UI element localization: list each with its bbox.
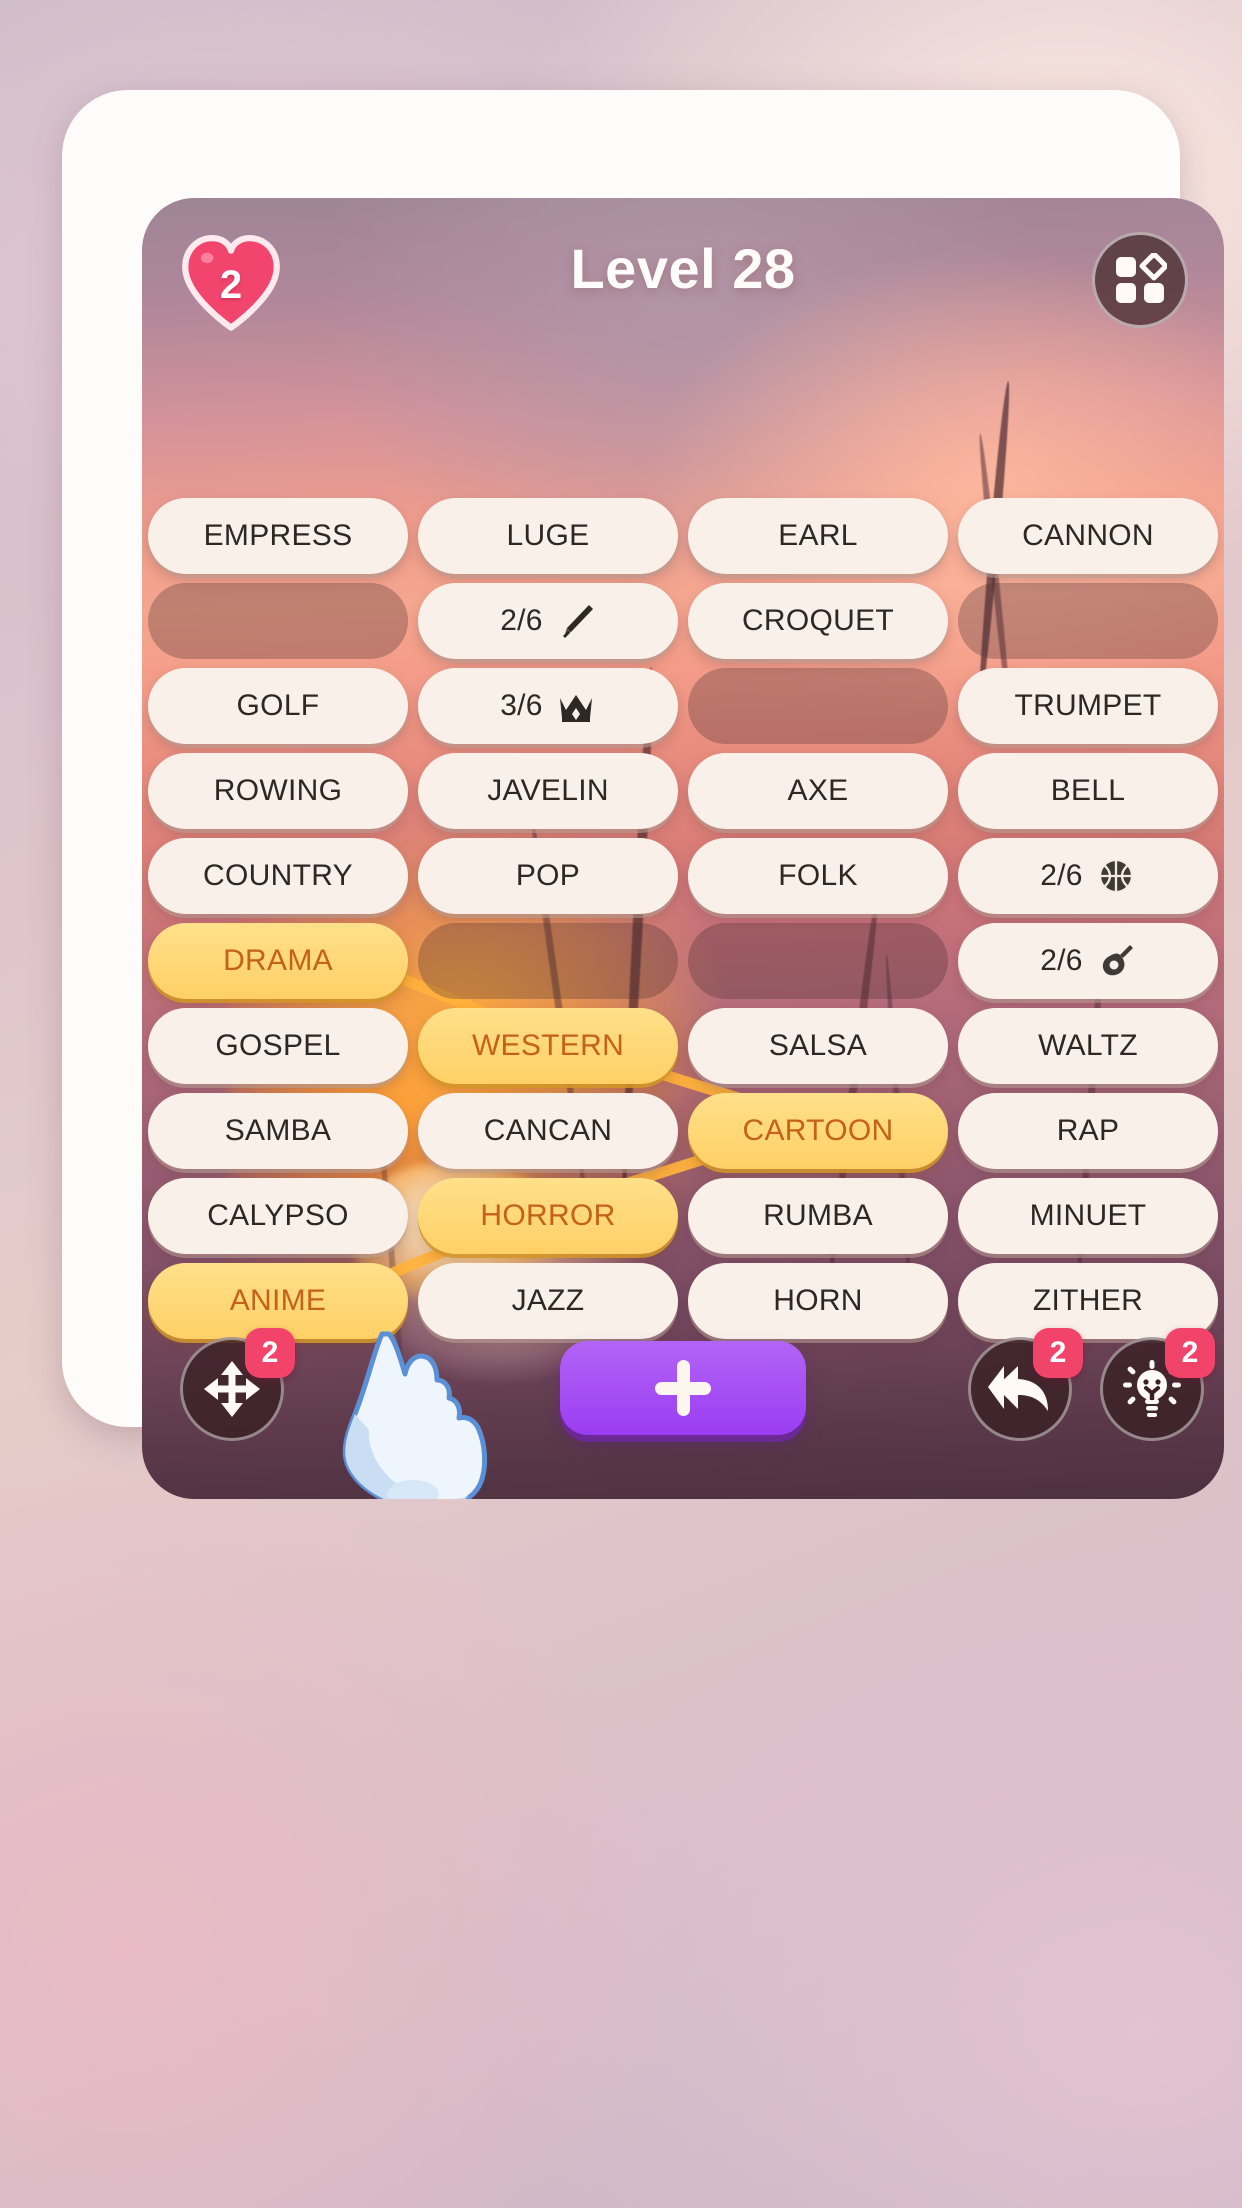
word-tile[interactable]: POP (418, 838, 678, 914)
word-label: AXE (787, 774, 849, 807)
word-tile-empty (418, 923, 678, 999)
word-label: COUNTRY (203, 859, 353, 892)
word-label: SAMBA (224, 1114, 332, 1147)
word-tile[interactable]: SALSA (688, 1008, 948, 1084)
word-label: LUGE (506, 519, 590, 552)
word-label: ANIME (229, 1284, 327, 1317)
word-label: BELL (1050, 774, 1126, 807)
word-tile[interactable]: CALYPSO (148, 1178, 408, 1254)
lives-count: 2 (219, 262, 243, 307)
word-tile[interactable]: GOLF (148, 668, 408, 744)
word-tile[interactable]: GOSPEL (148, 1008, 408, 1084)
word-label: RAP (1056, 1114, 1120, 1147)
crown-icon (556, 686, 596, 726)
word-tile[interactable]: FOLK (688, 838, 948, 914)
word-label: CARTOON (742, 1114, 894, 1147)
word-label: CROQUET (741, 604, 895, 637)
header-bar: 2 Level 28 (142, 198, 1224, 358)
category-counter-tile[interactable]: 2/6 (958, 923, 1218, 999)
word-tile[interactable]: CROQUET (688, 583, 948, 659)
word-tile-selected[interactable]: HORROR (418, 1178, 678, 1254)
word-label: HORN (773, 1284, 863, 1317)
word-tile[interactable]: CANNON (958, 498, 1218, 574)
word-tile[interactable]: SAMBA (148, 1093, 408, 1169)
word-tile[interactable]: RUMBA (688, 1178, 948, 1254)
category-counter-tile[interactable]: 2/6 (418, 583, 678, 659)
word-tile[interactable]: LUGE (418, 498, 678, 574)
word-tile[interactable]: EMPRESS (148, 498, 408, 574)
word-label: ZITHER (1032, 1284, 1144, 1317)
shuffle-button[interactable]: 2 (180, 1328, 295, 1441)
word-tile[interactable]: COUNTRY (148, 838, 408, 914)
word-label: JAVELIN (487, 774, 609, 807)
word-label: EARL (778, 519, 858, 552)
word-label: MINUET (1029, 1199, 1147, 1232)
guitar-icon (1096, 941, 1136, 981)
word-label: JAZZ (511, 1284, 585, 1317)
category-counter-tile[interactable]: 2/6 (958, 838, 1218, 914)
counter-label: 2/6 (500, 604, 543, 637)
word-tile-empty (688, 668, 948, 744)
word-tile[interactable]: JAVELIN (418, 753, 678, 829)
word-label: POP (515, 859, 581, 892)
word-tile-empty (958, 583, 1218, 659)
word-tile-empty (688, 923, 948, 999)
word-label: ROWING (213, 774, 343, 807)
word-tile[interactable]: ROWING (148, 753, 408, 829)
plus-icon (655, 1360, 711, 1416)
shuffle-badge: 2 (245, 1328, 295, 1378)
word-label: WESTERN (471, 1029, 625, 1062)
word-label: RUMBA (763, 1199, 873, 1232)
game-card: 2 Level 28 EMPRESS LUGE EARL CANNON 2/6 … (62, 90, 1224, 1499)
bottom-toolbar: 2 2 2 (142, 1315, 1224, 1475)
word-label: WALTZ (1038, 1029, 1138, 1062)
hint-button[interactable]: 2 (1100, 1328, 1215, 1441)
word-tile-selected[interactable]: WESTERN (418, 1008, 678, 1084)
word-label: CANCAN (483, 1114, 613, 1147)
word-label: GOLF (236, 689, 320, 722)
basketball-icon (1096, 856, 1136, 896)
word-label: CANNON (1022, 519, 1154, 552)
page-title: Level 28 (570, 237, 796, 300)
word-grid-area: EMPRESS LUGE EARL CANNON 2/6 CROQUET GOLF 3/6 TR… (142, 498, 1224, 1339)
word-tile[interactable]: AXE (688, 753, 948, 829)
categories-grid-icon (1116, 253, 1167, 303)
game-screen: 2 Level 28 EMPRESS LUGE EARL CANNON 2/6 … (142, 198, 1224, 1499)
counter-label: 3/6 (500, 689, 543, 722)
category-counter-tile[interactable]: 3/6 (418, 668, 678, 744)
counter-label: 2/6 (1040, 859, 1083, 892)
word-label: TRUMPET (1014, 689, 1162, 722)
undo-badge: 2 (1033, 1328, 1083, 1378)
add-button[interactable] (560, 1341, 806, 1435)
categories-button[interactable] (1092, 232, 1188, 328)
word-tile-empty (148, 583, 408, 659)
word-tile[interactable]: TRUMPET (958, 668, 1218, 744)
word-label: FOLK (778, 859, 858, 892)
word-label: EMPRESS (203, 519, 353, 552)
undo-button[interactable]: 2 (968, 1328, 1083, 1441)
word-tile[interactable]: BELL (958, 753, 1218, 829)
word-label: HORROR (480, 1199, 616, 1232)
word-tile-selected[interactable]: CARTOON (688, 1093, 948, 1169)
word-label: DRAMA (223, 944, 333, 977)
word-tile[interactable]: CANCAN (418, 1093, 678, 1169)
word-tile[interactable]: MINUET (958, 1178, 1218, 1254)
word-tile[interactable]: EARL (688, 498, 948, 574)
word-label: SALSA (768, 1029, 868, 1062)
word-tile-selected[interactable]: DRAMA (148, 923, 408, 999)
word-grid: EMPRESS LUGE EARL CANNON 2/6 CROQUET GOLF 3/6 TR… (142, 498, 1224, 1339)
word-label: GOSPEL (215, 1029, 341, 1062)
word-tile[interactable]: WALTZ (958, 1008, 1218, 1084)
counter-label: 2/6 (1040, 944, 1083, 977)
hint-badge: 2 (1165, 1328, 1215, 1378)
knife-icon (556, 601, 596, 641)
word-tile[interactable]: RAP (958, 1093, 1218, 1169)
word-label: CALYPSO (207, 1199, 349, 1232)
